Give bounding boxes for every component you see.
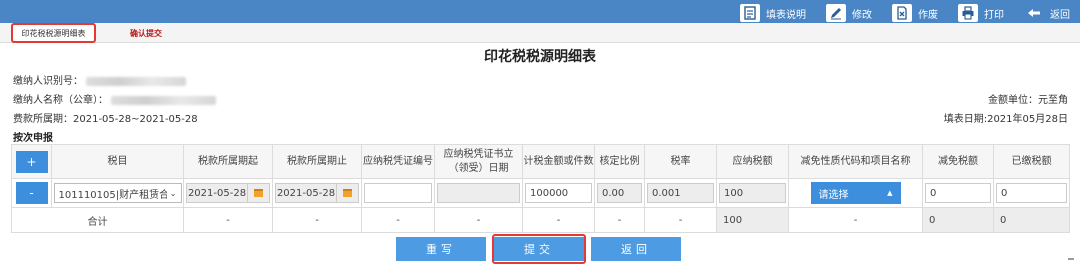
reduction-amount-input[interactable]: 0 (925, 183, 991, 203)
total-dash: - (788, 207, 923, 233)
amount-unit: 金额单位：元至角 (988, 95, 1068, 106)
void-document-icon (892, 4, 912, 22)
tab-bar: 印花税税源明细表 确认提交 (0, 23, 1080, 43)
tax-detail-table: + 税目 税款所属期起 税款所属期止 应纳税凭证编号 应纳税凭证书立（领受）日期… (11, 144, 1070, 233)
header-voucher-date: 应纳税凭证书立（领受）日期 (434, 144, 523, 179)
voucher-no-input[interactable] (364, 183, 432, 203)
cell-period-end: 2021-05-28 (272, 178, 362, 208)
total-dash: - (644, 207, 717, 233)
table-total-row: 合计 - - - - - - - 100 - 0 0 (11, 207, 1070, 233)
calendar-icon[interactable] (337, 183, 359, 203)
taxpayer-id-row: 缴纳人识别号： (13, 72, 187, 87)
taxpayer-name-row: 缴纳人名称（公章）： (13, 91, 217, 106)
voucher-date-field[interactable] (437, 183, 520, 203)
header-period-start: 税款所属期起 (183, 144, 273, 179)
cell-voucher-date (434, 178, 523, 208)
period-start-value: 2021-05-28 (186, 183, 248, 203)
header-taxable-amount: 计税金额或件数 (522, 144, 595, 179)
header-period-end: 税款所属期止 (272, 144, 362, 179)
fill-date: 填表日期:2021年05月28日 (943, 114, 1068, 125)
cell-remove: - (11, 178, 52, 208)
tab-stamp-tax-detail[interactable]: 印花税税源明细表 (11, 23, 96, 43)
total-dash: - (434, 207, 523, 233)
fee-period: 费款所属期：2021-05-28~2021-05-28 (13, 114, 198, 125)
corner-dash (1068, 258, 1074, 260)
total-dash: - (361, 207, 435, 233)
total-dash: - (594, 207, 645, 233)
table-row: - 101110105|财产租赁合同 ⌄ 2021-05-28 2021-05-… (11, 178, 1070, 208)
pencil-icon (826, 4, 846, 22)
total-dash: - (522, 207, 595, 233)
reduction-code-select[interactable]: 请选择 ▲ (810, 182, 901, 204)
fill-guide-label: 填表说明 (766, 9, 806, 21)
back-arrow-icon (1024, 4, 1044, 22)
add-row-button[interactable]: + (15, 150, 48, 173)
voucher-date-value (437, 183, 520, 203)
total-paid-amount: 0 (993, 207, 1070, 233)
header-voucher-no: 应纳税凭证编号 (361, 144, 435, 179)
paid-amount-input[interactable]: 0 (996, 183, 1067, 203)
cell-paid-amount: 0 (993, 178, 1070, 208)
period-start-date-field[interactable]: 2021-05-28 (186, 183, 270, 203)
tax-item-value: 101110105|财产租赁合同 (58, 189, 167, 201)
edit-label: 修改 (852, 9, 872, 21)
calendar-icon[interactable] (248, 183, 270, 203)
cell-reduction-amount: 0 (922, 178, 994, 208)
approved-ratio-value: 0.00 (597, 183, 642, 203)
cell-period-start: 2021-05-28 (183, 178, 273, 208)
total-dash: - (272, 207, 362, 233)
header-tax-item: 税目 (51, 144, 184, 179)
cell-reduction-code: 请选择 ▲ (788, 178, 923, 208)
total-tax-payable: 100 (716, 207, 789, 233)
tax-payable-value: 100 (719, 183, 786, 203)
total-reduction-amount: 0 (922, 207, 994, 233)
taxpayer-name-redacted (111, 95, 217, 105)
remove-row-button[interactable]: - (15, 182, 48, 204)
taxpayer-name-label: 缴纳人名称（公章）： (13, 95, 108, 106)
print-label: 打印 (984, 9, 1004, 21)
cell-voucher-no (361, 178, 435, 208)
taxpayer-id-redacted (86, 76, 187, 86)
void-label: 作废 (918, 9, 938, 21)
cell-tax-item: 101110105|财产租赁合同 ⌄ (51, 178, 184, 208)
header-add: + (11, 144, 52, 179)
header-reduction-code: 减免性质代码和项目名称 (788, 144, 923, 179)
tab-confirm-submit[interactable]: 确认提交 (130, 23, 162, 43)
cell-taxable-amount: 100000 (522, 178, 595, 208)
section-title-per-time: 按次申报 (13, 133, 53, 144)
header-reduction-amount: 减免税额 (922, 144, 994, 179)
document-list-icon (740, 4, 760, 22)
table-header-row: + 税目 税款所属期起 税款所属期止 应纳税凭证编号 应纳税凭证书立（领受）日期… (11, 144, 1070, 179)
header-tax-rate: 税率 (644, 144, 717, 179)
header-paid-amount: 已缴税额 (993, 144, 1070, 179)
chevron-down-icon: ⌄ (169, 188, 177, 198)
printer-icon (958, 4, 978, 22)
caret-up-icon: ▲ (887, 189, 893, 197)
rewrite-button[interactable]: 重写 (396, 237, 486, 261)
tax-rate-value: 0.001 (647, 183, 714, 203)
period-end-value: 2021-05-28 (275, 183, 337, 203)
page-title: 印花税税源明细表 (484, 49, 596, 65)
header-tax-payable: 应纳税额 (716, 144, 789, 179)
cell-approved-ratio: 0.00 (594, 178, 645, 208)
header-approved-ratio: 核定比例 (594, 144, 645, 179)
cell-tax-rate: 0.001 (644, 178, 717, 208)
back-button[interactable]: 返回 (591, 237, 681, 261)
tax-item-select[interactable]: 101110105|财产租赁合同 ⌄ (53, 183, 182, 203)
cell-tax-payable: 100 (716, 178, 789, 208)
taxpayer-id-label: 缴纳人识别号： (13, 76, 83, 87)
taxable-amount-input[interactable]: 100000 (525, 183, 592, 203)
total-label: 合计 (11, 207, 184, 233)
period-end-date-field[interactable]: 2021-05-28 (275, 183, 359, 203)
reduction-choice-label: 请选择 (818, 189, 849, 201)
toolbar-back-label: 返回 (1050, 9, 1070, 21)
total-dash: - (183, 207, 273, 233)
submit-button[interactable]: 提交 (494, 237, 584, 261)
